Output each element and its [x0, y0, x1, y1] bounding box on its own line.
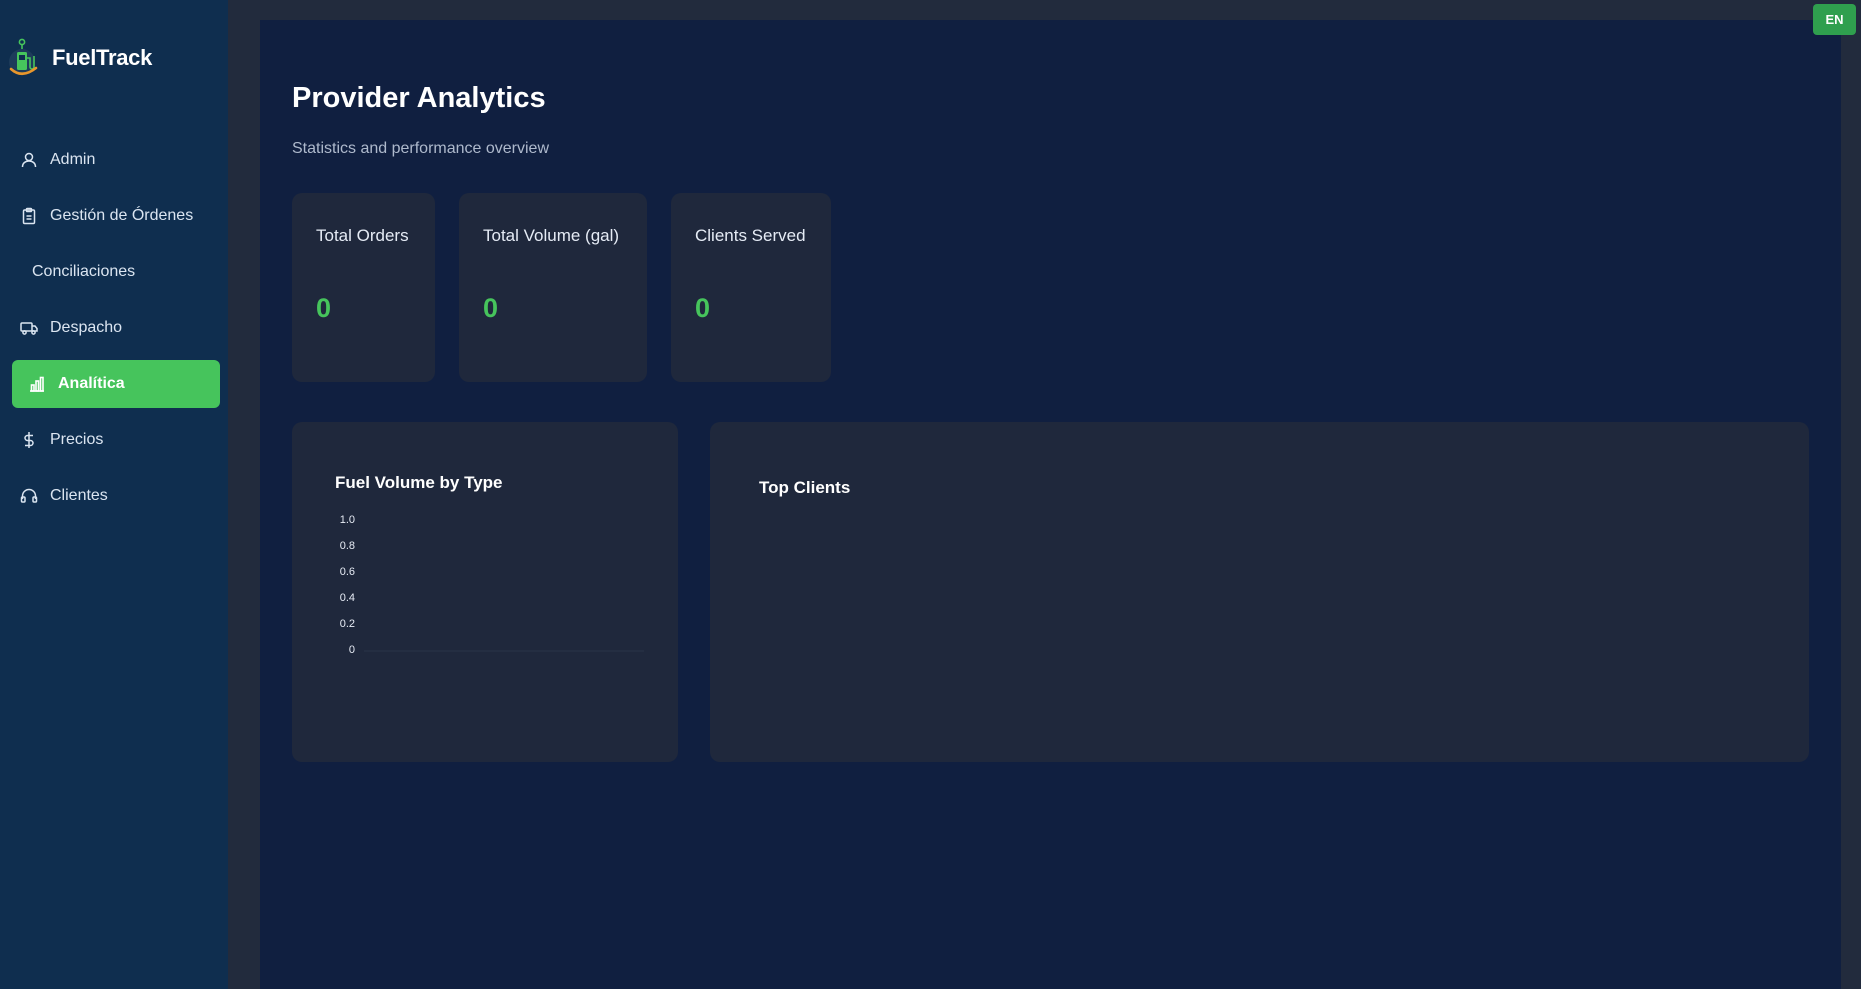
top-clients-card: Top Clients: [710, 422, 1809, 762]
sidebar-item-label: Precios: [50, 431, 104, 448]
user-icon: [21, 152, 37, 168]
top-clients-title: Top Clients: [759, 478, 851, 497]
y-tick-label: 0.2: [339, 618, 355, 630]
stat-label: Clients Served: [695, 226, 806, 245]
main-content: Provider Analytics Statistics and perfor…: [260, 20, 1841, 989]
sidebar-item-label: Analítica: [58, 375, 125, 392]
page-subtitle: Statistics and performance overview: [292, 140, 549, 157]
stat-label: Total Volume (gal): [483, 226, 620, 245]
sidebar-item-label: Gestión de Órdenes: [50, 207, 194, 224]
brand-name: FuelTrack: [52, 45, 153, 70]
sidebar-item-label: Conciliaciones: [32, 263, 136, 280]
y-axis: 1.0 0.8 0.6 0.4 0.2 0: [322, 514, 355, 656]
sidebar-item-conciliaciones[interactable]: Conciliaciones: [12, 248, 220, 296]
y-tick-label: 0: [348, 644, 355, 656]
sidebar-item-label: Clientes: [50, 487, 108, 504]
stat-value: 0: [316, 293, 332, 323]
page-title: Provider Analytics: [292, 82, 546, 114]
stat-label: Total Orders: [316, 226, 409, 245]
fuel-volume-chart-card: Fuel Volume by Type 1.0 0.8 0.6 0.4 0.2 …: [292, 422, 678, 762]
sidebar-item-ordenes[interactable]: Gestión de Órdenes: [12, 192, 220, 240]
fuel-pump-logo-icon: [9, 38, 38, 76]
y-tick-label: 1.0: [339, 514, 355, 526]
stat-value: 0: [695, 293, 711, 323]
language-toggle-button[interactable]: EN: [1813, 4, 1856, 35]
stat-card-clients-served: Clients Served 0: [671, 193, 831, 382]
stat-card-total-volume: Total Volume (gal) 0: [459, 193, 647, 382]
truck-icon: [20, 322, 38, 335]
sidebar-item-analitica[interactable]: Analítica: [12, 360, 220, 408]
brand[interactable]: FuelTrack: [8, 38, 152, 78]
sidebar-item-label: Admin: [50, 151, 96, 168]
sidebar-item-admin[interactable]: Admin: [12, 136, 220, 184]
dollar-icon: [24, 432, 34, 448]
sidebar-nav: Admin Gestión de Órdenes Conciliaciones …: [12, 136, 220, 528]
stat-value: 0: [483, 293, 499, 323]
bar-chart-icon: [30, 376, 44, 392]
y-tick-label: 0.8: [339, 540, 355, 552]
headset-icon: [20, 488, 38, 503]
sidebar-item-despacho[interactable]: Despacho: [12, 304, 220, 352]
sidebar-item-precios[interactable]: Precios: [12, 416, 220, 464]
sidebar-item-clientes[interactable]: Clientes: [12, 472, 220, 520]
stat-card-total-orders: Total Orders 0: [292, 193, 435, 382]
y-tick-label: 0.6: [339, 566, 355, 578]
chart-title: Fuel Volume by Type: [335, 473, 503, 492]
clipboard-icon: [22, 207, 36, 225]
sidebar: FuelTrack Admin Gestión de Órdenes Conci…: [0, 0, 228, 989]
y-tick-label: 0.4: [339, 592, 355, 604]
chart-plot-area: [364, 650, 644, 652]
sidebar-item-label: Despacho: [50, 319, 123, 336]
